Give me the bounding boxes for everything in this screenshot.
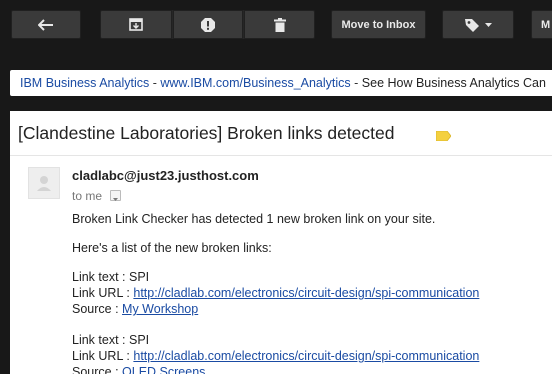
archive-button[interactable] [100, 10, 172, 39]
link-text-value: SPI [128, 333, 150, 347]
broken-link-url[interactable]: http://cladlab.com/electronics/circuit-d… [133, 286, 479, 300]
link-text-label: Link text : [72, 333, 129, 347]
ad-separator: - [350, 76, 362, 90]
chevron-down-icon [111, 191, 120, 208]
message-pane: [Clandestine Laboratories] Broken links … [10, 111, 552, 374]
more-label: M [541, 18, 551, 31]
link-text-value: SPI [128, 270, 150, 284]
details-toggle-button[interactable] [110, 190, 121, 201]
source-label: Source : [72, 302, 123, 316]
broken-link-url[interactable]: http://cladlab.com/electronics/circuit-d… [133, 349, 479, 363]
delete-button[interactable] [244, 10, 315, 39]
labels-button[interactable] [442, 10, 514, 39]
link-url-label: Link URL : [72, 286, 134, 300]
more-button[interactable]: M [531, 10, 552, 39]
source-label: Source : [72, 365, 123, 374]
message-subject: [Clandestine Laboratories] Broken links … [18, 123, 395, 143]
body-line: Broken Link Checker has detected 1 new b… [72, 212, 436, 226]
link-text-label: Link text : [72, 270, 129, 284]
sponsored-link-bar: IBM Business Analytics - www.IBM.com/Bus… [10, 70, 552, 96]
source-link[interactable]: OLED Screens [122, 365, 205, 374]
back-button[interactable] [11, 10, 81, 39]
arrow-left-icon [38, 18, 54, 31]
archive-icon [129, 18, 143, 31]
avatar [28, 167, 60, 199]
ad-separator: - [149, 76, 161, 90]
link-url-row: Link URL : http://cladlab.com/electronic… [72, 285, 479, 301]
source-link[interactable]: My Workshop [122, 302, 198, 316]
link-url-row: Link URL : http://cladlab.com/electronic… [72, 348, 479, 364]
body-line: Here's a list of the new broken links: [72, 241, 272, 255]
sender-address[interactable]: cladlabc@just23.justhost.com [72, 168, 259, 183]
link-text-row: Link text : SPI [72, 332, 149, 348]
trash-icon [273, 17, 286, 32]
move-to-inbox-button[interactable]: Move to Inbox [331, 10, 426, 39]
link-url-label: Link URL : [72, 349, 134, 363]
chevron-down-icon [484, 22, 492, 27]
recipient-label: to me [72, 189, 103, 203]
source-row: Source : My Workshop [72, 301, 198, 317]
report-spam-icon [201, 17, 215, 32]
ad-sponsor-link[interactable]: IBM Business Analytics [20, 76, 149, 90]
ad-text: See How Business Analytics Can [361, 76, 546, 90]
report-spam-button[interactable] [173, 10, 243, 39]
ad-url-link[interactable]: www.IBM.com/Business_Analytics [160, 76, 350, 90]
link-text-row: Link text : SPI [72, 269, 149, 285]
gmail-window: Move to Inbox M IBM Business Analytics -… [0, 0, 552, 374]
source-row: Source : OLED Screens [72, 364, 205, 374]
label-tag-icon [464, 18, 479, 32]
header-divider [10, 155, 552, 156]
move-to-inbox-label: Move to Inbox [341, 18, 416, 31]
important-marker-icon[interactable] [435, 128, 452, 142]
message-toolbar: Move to Inbox M [0, 0, 552, 48]
